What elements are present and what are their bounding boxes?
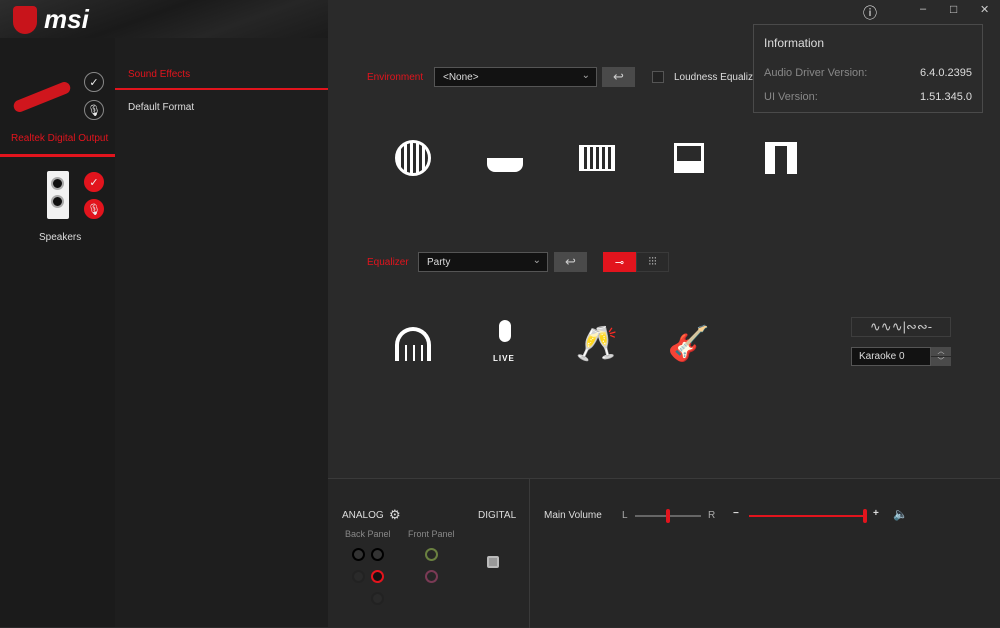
device-label: Speakers bbox=[39, 232, 82, 243]
device-sidebar: ✓ 🎙 Realtek Digital Output ✓ 🎙 Speakers bbox=[0, 38, 115, 627]
volume-plus-button[interactable]: + bbox=[873, 508, 879, 519]
bathroom-icon[interactable] bbox=[483, 136, 527, 180]
back-jack-1[interactable] bbox=[352, 548, 365, 561]
device-speakers[interactable]: ✓ 🎙 Speakers bbox=[0, 163, 115, 248]
trumpet-icon: ⊸ bbox=[614, 256, 625, 269]
equalizer-select[interactable]: Party ⌄ bbox=[418, 252, 548, 272]
device-realtek-digital-output[interactable]: ✓ 🎙 Realtek Digital Output bbox=[0, 63, 115, 158]
minimize-button[interactable]: – bbox=[920, 3, 926, 15]
environment-select[interactable]: <None> ⌄ bbox=[434, 67, 597, 87]
reset-icon: ↩ bbox=[565, 254, 576, 269]
reset-icon: ↩ bbox=[613, 69, 624, 84]
default-mic-icon[interactable]: 🎙 bbox=[84, 100, 104, 120]
sliders-icon: ⫶⫶⫶ bbox=[648, 255, 657, 268]
popup-title: Information bbox=[764, 36, 825, 50]
close-button[interactable]: ✕ bbox=[980, 3, 989, 16]
loudness-checkbox[interactable] bbox=[652, 71, 664, 83]
loudness-label: Loudness Equalizat bbox=[674, 72, 762, 83]
ui-version-value: 1.51.345.0 bbox=[920, 91, 972, 103]
eq-manual-mode-button[interactable]: ⫶⫶⫶ bbox=[636, 252, 669, 272]
spdif-port-icon[interactable] bbox=[487, 556, 499, 568]
optical-cable-icon bbox=[11, 80, 73, 114]
info-button[interactable]: ⓘ bbox=[863, 3, 877, 23]
arena-icon[interactable] bbox=[667, 136, 711, 180]
karaoke-decrement-button[interactable]: ﹀ bbox=[931, 357, 951, 366]
msi-dragon-shield-icon bbox=[13, 6, 37, 34]
default-device-check-icon[interactable]: ✓ bbox=[84, 172, 104, 192]
volume-slider[interactable] bbox=[749, 509, 867, 523]
ui-version-label: UI Version: bbox=[764, 91, 818, 103]
nav-active-indicator bbox=[115, 88, 328, 90]
speaker-icon bbox=[47, 171, 69, 219]
volume-fill bbox=[749, 515, 865, 517]
chevron-down-icon: ⌄ bbox=[532, 255, 541, 266]
back-panel-label: Back Panel bbox=[345, 529, 391, 539]
volume-slider-thumb[interactable] bbox=[863, 509, 867, 523]
default-mic-icon[interactable]: 🎙 bbox=[84, 199, 104, 219]
theater-icon[interactable] bbox=[759, 136, 803, 180]
bottom-panel: ANALOG ⚙ DIGITAL Back Panel Front Panel … bbox=[328, 478, 1000, 628]
back-jack-5[interactable] bbox=[371, 592, 384, 605]
default-device-check-icon[interactable]: ✓ bbox=[84, 72, 104, 92]
device-label: Realtek Digital Output bbox=[11, 133, 109, 144]
msi-logo-text: msi bbox=[44, 4, 89, 34]
logo-area: msi bbox=[0, 0, 328, 38]
main-volume-label: Main Volume bbox=[544, 510, 602, 521]
back-jack-3[interactable] bbox=[352, 570, 365, 583]
stone-room-icon[interactable] bbox=[391, 136, 435, 180]
colosseum-icon[interactable] bbox=[575, 136, 619, 180]
front-jack-pink[interactable] bbox=[425, 570, 438, 583]
front-panel-label: Front Panel bbox=[408, 529, 455, 539]
divider bbox=[529, 479, 530, 628]
chevron-down-icon: ⌄ bbox=[581, 70, 590, 81]
equalizer-reset-button[interactable]: ↩ bbox=[554, 252, 587, 272]
maximize-button[interactable]: □ bbox=[950, 2, 957, 16]
cheers-icon[interactable]: 🥂 bbox=[575, 322, 619, 366]
balance-slider-thumb[interactable] bbox=[666, 509, 670, 523]
headphones-icon[interactable] bbox=[391, 322, 435, 366]
information-popup: Information Audio Driver Version: 6.4.0.… bbox=[753, 24, 983, 113]
gear-icon[interactable]: ⚙ bbox=[389, 507, 401, 523]
karaoke-input[interactable]: Karaoke 0 bbox=[851, 347, 931, 366]
eq-preset-mode-button[interactable]: ⊸ bbox=[603, 252, 636, 272]
guitar-icon[interactable]: 🎸 bbox=[667, 322, 711, 366]
front-jack-green[interactable] bbox=[425, 548, 438, 561]
analog-label: ANALOG bbox=[342, 510, 384, 521]
karaoke-increment-button[interactable]: ︿ bbox=[931, 347, 951, 356]
back-jack-red[interactable] bbox=[371, 570, 384, 583]
speaker-volume-icon[interactable]: 🔈 bbox=[893, 507, 908, 521]
back-jack-2[interactable] bbox=[371, 548, 384, 561]
karaoke-waveform-icon: ∿∿∿|∾∾- bbox=[851, 317, 951, 337]
live-mic-icon[interactable]: LIVE bbox=[483, 320, 527, 364]
balance-right-label: R bbox=[708, 510, 716, 521]
nav-column: Sound Effects Default Format bbox=[115, 38, 328, 627]
volume-minus-button[interactable]: − bbox=[733, 508, 739, 519]
balance-slider[interactable] bbox=[635, 509, 701, 523]
environment-reset-button[interactable]: ↩ bbox=[602, 67, 635, 87]
digital-label: DIGITAL bbox=[478, 510, 517, 521]
nav-item-sound-effects[interactable]: Sound Effects bbox=[128, 69, 190, 80]
driver-version-label: Audio Driver Version: bbox=[764, 67, 868, 79]
environment-value: <None> bbox=[443, 71, 479, 83]
equalizer-label: Equalizer bbox=[367, 257, 409, 268]
balance-left-label: L bbox=[622, 510, 628, 521]
nav-item-default-format[interactable]: Default Format bbox=[128, 102, 194, 113]
environment-label: Environment bbox=[367, 72, 424, 83]
active-device-indicator bbox=[0, 154, 115, 157]
driver-version-value: 6.4.0.2395 bbox=[920, 67, 972, 79]
equalizer-value: Party bbox=[427, 256, 451, 268]
